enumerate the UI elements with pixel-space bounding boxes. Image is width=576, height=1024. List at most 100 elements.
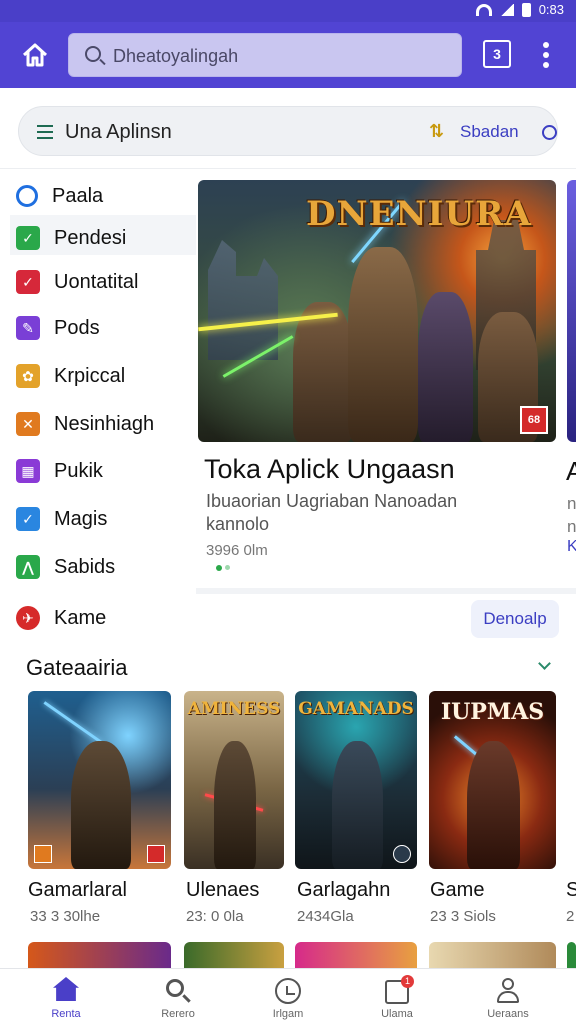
search-input[interactable]: Dheatoyalingah <box>68 33 462 77</box>
game-tile[interactable]: GAMANADS <box>295 691 417 869</box>
game-meta: 33 3 30lhe <box>30 908 101 925</box>
wifi-icon <box>475 3 492 16</box>
tile-art-title: AMINESS <box>187 699 281 719</box>
check-icon: ✓ <box>16 507 40 531</box>
check-icon: ✓ <box>16 226 40 250</box>
notification-badge: 1 <box>401 975 414 988</box>
sidebar-item-label: Paala <box>52 184 104 207</box>
featured-title: Toka Aplick Ungaasn <box>204 454 455 484</box>
menu-icon[interactable] <box>37 125 53 143</box>
sidebar-item-label: Uontatital <box>54 270 139 293</box>
game-tile[interactable] <box>28 691 171 869</box>
game-tile[interactable] <box>295 942 417 968</box>
sidebar-item[interactable]: ✈ Kame <box>16 605 106 631</box>
battery-icon <box>521 2 531 17</box>
rating-badge: 68 <box>520 406 548 434</box>
banner-art-title: DNENIURA <box>306 194 532 234</box>
home-icon <box>53 977 79 1001</box>
nav-label: Rerero <box>161 1008 195 1020</box>
home-icon[interactable] <box>20 40 50 70</box>
app-bar: Dheatoyalingah 3 <box>0 22 576 88</box>
check-mark-icon: ✓ <box>16 270 40 294</box>
game-title: S <box>566 879 576 901</box>
game-meta: 2 <box>566 908 575 925</box>
tile-art-title: IUPMAS <box>440 699 545 725</box>
sidebar-item[interactable]: ✕ Nesinhiagh <box>16 411 154 437</box>
nav-history[interactable]: Irlgam <box>238 969 338 1024</box>
sidebar-item[interactable]: ⋀ Sabids <box>16 554 115 580</box>
description-line: kannolo <box>206 514 270 534</box>
nav-profile[interactable]: Ueraans <box>458 969 558 1024</box>
search-query: Dheatoyalingah <box>113 46 239 66</box>
sidebar-item-label: Pendesi <box>54 226 127 249</box>
game-tile[interactable] <box>28 942 171 968</box>
game-tile[interactable] <box>429 942 556 968</box>
game-tile[interactable]: IUPMAS <box>429 691 556 869</box>
sidebar-item-label: Krpiccal <box>54 364 126 387</box>
nav-label: Renta <box>51 1008 81 1020</box>
sidebar-item[interactable]: ✓ Magis <box>16 506 107 532</box>
section-title: Gateaairia <box>26 655 128 680</box>
search-icon <box>16 185 38 207</box>
peek-title: A <box>566 456 576 486</box>
nav-library[interactable]: 1 Ulama <box>347 969 447 1024</box>
game-meta: 23: 0 0la <box>186 908 244 925</box>
sidebar-item[interactable]: ✿ Krpiccal <box>16 363 125 389</box>
game-tile[interactable] <box>184 942 284 968</box>
divider <box>0 168 576 169</box>
nav-label: Irlgam <box>272 1008 304 1020</box>
tabs-button[interactable]: 3 <box>483 40 511 68</box>
game-title: Garlagahn <box>297 879 391 901</box>
next-banner-peek[interactable] <box>567 180 576 442</box>
description-line: Ibuaorian Uagriaban Nanoadan <box>206 491 458 511</box>
sidebar-item-label: Pods <box>54 316 100 339</box>
more-menu-icon[interactable] <box>540 42 552 70</box>
sidebar-item[interactable]: Paala <box>16 183 103 209</box>
game-title: Ulenaes <box>186 879 260 901</box>
game-title: Gamarlaral <box>28 879 127 901</box>
pencil-icon: ✎ <box>16 316 40 340</box>
sidebar-item-label: Nesinhiagh <box>54 412 155 435</box>
grid-icon: ▦ <box>16 459 40 483</box>
game-tile[interactable] <box>567 942 576 968</box>
filter-bar[interactable]: Una Aplinsn ⇅ Sbadan <box>18 106 558 156</box>
divider <box>196 588 576 594</box>
sidebar-item[interactable]: ✓ Pendesi <box>16 225 126 251</box>
figure-icon: ⋀ <box>16 555 40 579</box>
filter-label: Una Aplinsn <box>65 121 172 143</box>
detail-button[interactable]: Denoalp <box>471 600 559 638</box>
nav-home[interactable]: Renta <box>16 969 116 1024</box>
game-tile[interactable]: AMINESS <box>184 691 284 869</box>
sort-icon[interactable]: ⇅ <box>429 121 444 142</box>
game-meta: 2434Gla <box>297 908 354 925</box>
carousel-dot[interactable] <box>225 565 230 570</box>
bottom-navigation: Renta Rerero Irlgam 1 Ulama Ueraans <box>0 968 576 1024</box>
signal-icon <box>499 3 514 16</box>
chevron-down-icon[interactable] <box>538 657 551 670</box>
sidebar-item-label: Magis <box>54 507 108 530</box>
sidebar-item-label: Pukik <box>54 459 103 482</box>
peek-text: n <box>567 494 576 513</box>
sidebar-item[interactable]: ✎ Pods <box>16 315 100 341</box>
featured-description: Ibuaorian Uagriaban Nanoadan kannolo <box>206 490 506 536</box>
sort-button[interactable]: Sbadan <box>460 122 519 142</box>
tile-art-title: GAMANADS <box>298 699 414 719</box>
ring-icon[interactable] <box>542 125 557 140</box>
sidebar-item[interactable]: ▦ Pukik <box>16 458 103 484</box>
nav-label: Ulama <box>381 1008 413 1020</box>
game-title: Game <box>430 879 485 901</box>
game-meta: 23 3 Siols <box>430 908 496 925</box>
status-time: 0:83 <box>538 2 564 17</box>
nav-search[interactable]: Rerero <box>128 969 228 1024</box>
peek-text: K <box>567 538 576 555</box>
sidebar-item[interactable]: ✓ Uontatital <box>16 269 139 295</box>
featured-game-banner[interactable]: DNENIURA 68 <box>198 180 556 442</box>
cross-icon: ✕ <box>16 412 40 436</box>
nav-label: Ueraans <box>487 1008 529 1020</box>
plane-icon: ✈ <box>16 606 40 630</box>
search-icon <box>85 46 101 62</box>
status-bar: 0:83 <box>0 0 576 22</box>
search-icon <box>164 977 192 1005</box>
carousel-dot-active[interactable] <box>216 565 222 571</box>
gear-icon: ✿ <box>16 364 40 388</box>
